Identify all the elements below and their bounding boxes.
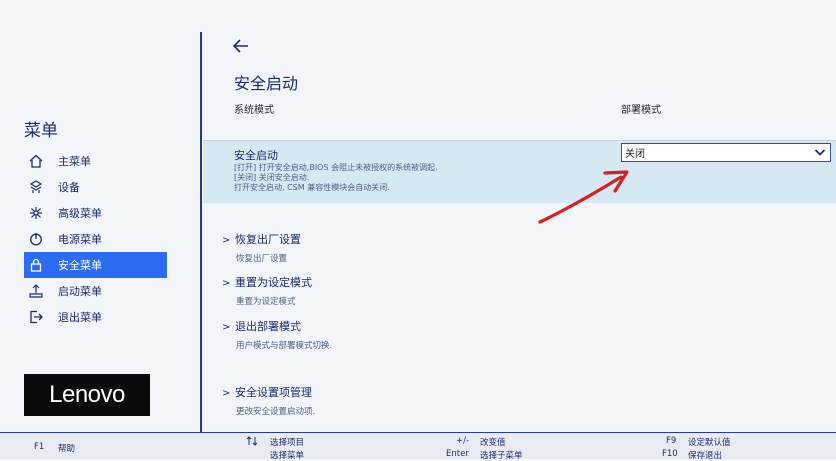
secure-boot-label: 安全启动: [234, 149, 278, 162]
updown-arrows-icon: [246, 436, 258, 449]
security-settings-desc: 更改安全设置启动项.: [236, 407, 316, 417]
f1-key: F1: [34, 442, 45, 452]
security-settings-link[interactable]: > 安全设置项管理: [222, 384, 312, 400]
plusminus-key: +/-: [456, 436, 470, 446]
sidebar-item-devices[interactable]: 设备: [24, 174, 167, 200]
menu-title: 菜单: [24, 121, 58, 141]
restore-factory-desc: 恢复出厂设置: [236, 254, 288, 264]
plusminus-label: 改变值: [480, 438, 506, 448]
link-label: 安全设置项管理: [235, 386, 312, 399]
f1-label: 帮助: [58, 444, 76, 454]
sidebar: 菜单 主菜单 设备 高级菜单 电源菜单 安全菜单 启动菜单 退出菜单 Lenov…: [0, 0, 200, 432]
f10-label: 保存退出: [688, 451, 723, 461]
back-arrow-icon[interactable]: [232, 38, 250, 54]
sidebar-item-label: 安全菜单: [58, 259, 102, 272]
sidebar-item-label: 启动菜单: [58, 285, 102, 298]
secure-boot-desc-line: [关闭] 关闭安全启动.: [234, 173, 310, 182]
sidebar-item-security[interactable]: 安全菜单: [24, 252, 167, 278]
sidebar-item-label: 电源菜单: [58, 233, 102, 246]
secure-boot-value: 关闭: [625, 149, 645, 160]
link-label: 退出部署模式: [235, 320, 301, 333]
secure-boot-desc-line: 打开安全启动, CSM 兼容性模块会自动关闭.: [234, 183, 390, 192]
exit-icon: [28, 309, 44, 325]
sidebar-item-label: 主菜单: [58, 155, 91, 168]
f9-label: 设定默认值: [688, 438, 731, 448]
secure-boot-desc-line: [打开] 打开安全启动,BIOS 会阻止未被授权的系统被调起.: [234, 163, 438, 172]
sidebar-item-label: 设备: [58, 181, 80, 194]
system-mode-value: 部署模式: [621, 105, 661, 116]
arrows-label-2: 选择菜单: [270, 451, 305, 461]
chevron-right-icon: >: [222, 322, 231, 333]
sidebar-item-main[interactable]: 主菜单: [24, 148, 167, 174]
reset-setup-mode-desc: 重置为设定模式: [236, 297, 296, 307]
chevron-down-icon: [814, 147, 826, 158]
menu-list: 主菜单 设备 高级菜单 电源菜单 安全菜单 启动菜单 退出菜单: [24, 148, 167, 330]
chevron-right-icon: >: [222, 235, 231, 246]
devices-icon: [28, 179, 44, 195]
exit-deployed-mode-link[interactable]: > 退出部署模式: [222, 318, 301, 334]
home-icon: [28, 153, 44, 169]
enter-label: 选择子菜单: [480, 451, 523, 461]
system-mode-label: 系统模式: [234, 105, 274, 116]
advanced-icon: [28, 205, 44, 221]
chevron-right-icon: >: [222, 278, 231, 289]
arrows-label: 选择项目: [270, 438, 305, 448]
footer-help-bar: F1 帮助 选择项目 选择菜单 +/- 改变值 Enter 选择子菜单 F9 设…: [0, 432, 836, 461]
chevron-right-icon: >: [222, 388, 231, 399]
secure-boot-select[interactable]: 关闭: [621, 143, 831, 162]
exit-deployed-mode-desc: 用户模式与部署模式切换.: [236, 341, 333, 351]
link-label: 重置为设定模式: [235, 276, 312, 289]
f9-key: F9: [666, 436, 677, 446]
sidebar-item-exit[interactable]: 退出菜单: [24, 304, 167, 330]
reset-setup-mode-link[interactable]: > 重置为设定模式: [222, 274, 312, 290]
secure-boot-description: [打开] 打开安全启动,BIOS 会阻止未被授权的系统被调起. [关闭] 关闭安…: [234, 163, 438, 193]
boot-icon: [28, 283, 44, 299]
lock-icon: [28, 257, 44, 273]
restore-factory-link[interactable]: > 恢复出厂设置: [222, 231, 301, 247]
annotation-arrow-icon: [538, 170, 629, 224]
sidebar-item-advanced[interactable]: 高级菜单: [24, 200, 167, 226]
sidebar-item-power[interactable]: 电源菜单: [24, 226, 167, 252]
vertical-divider: [200, 32, 202, 432]
sidebar-item-label: 退出菜单: [58, 311, 102, 324]
link-label: 恢复出厂设置: [235, 233, 301, 246]
page-title: 安全启动: [234, 74, 299, 93]
power-icon: [28, 231, 44, 247]
lenovo-logo: Lenovo: [24, 374, 150, 416]
sidebar-item-label: 高级菜单: [58, 207, 102, 220]
sidebar-item-boot[interactable]: 启动菜单: [24, 278, 167, 304]
